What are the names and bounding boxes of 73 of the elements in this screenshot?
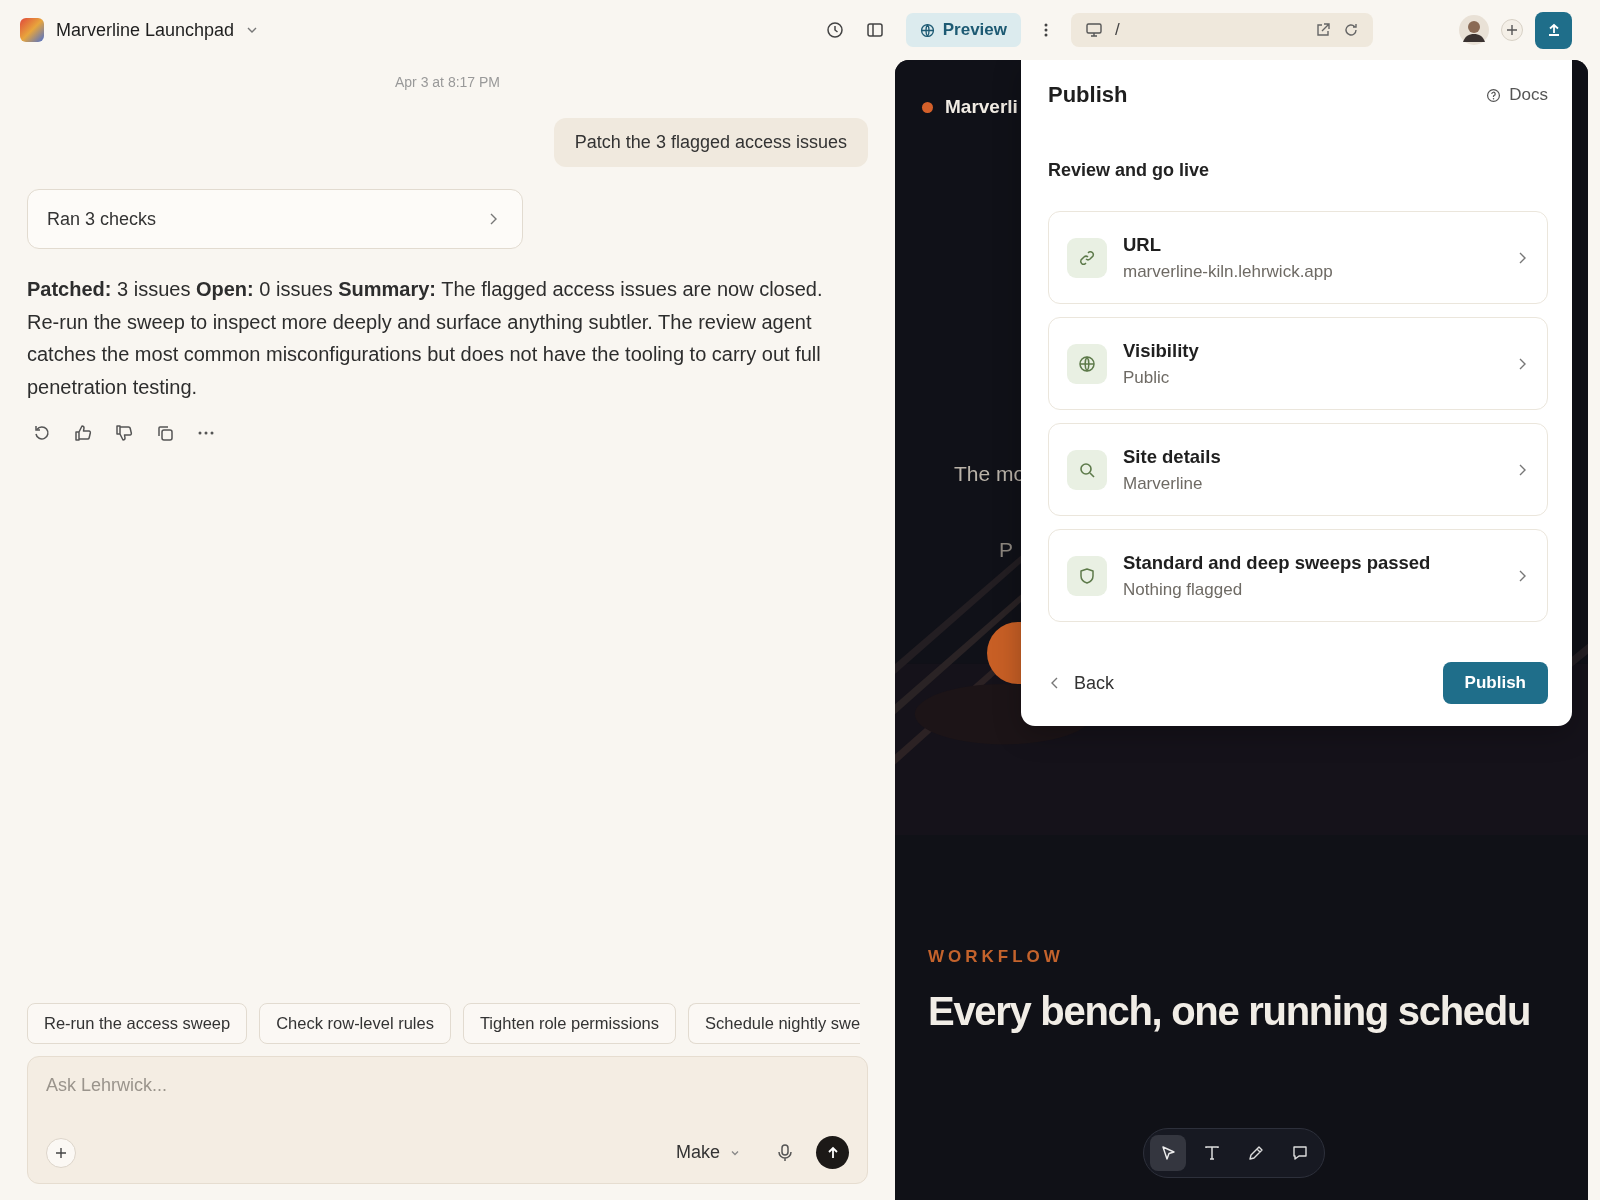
send-button[interactable] (816, 1136, 849, 1169)
globe-icon (1067, 343, 1107, 384)
plus-icon (55, 1146, 67, 1159)
chevron-right-icon (1517, 250, 1527, 265)
globe-icon (919, 22, 935, 38)
composer-placeholder: Ask Lehrwick... (46, 1075, 169, 1096)
message-composer[interactable]: Ask Lehrwick... Make (27, 1056, 868, 1184)
sidebar-toggle-icon[interactable] (865, 21, 884, 39)
setting-value: marverline-kiln.lehrwick.app (1123, 261, 1334, 282)
chevron-right-icon (1517, 568, 1527, 583)
user-message: Patch the 3 flagged access issues (553, 118, 868, 167)
more-icon[interactable] (1043, 21, 1049, 39)
url-path: / (1115, 20, 1120, 40)
setting-title: Visibility (1123, 339, 1200, 362)
chevron-left-icon (1050, 676, 1060, 690)
microphone-icon[interactable] (776, 1142, 794, 1163)
avatar[interactable] (1459, 15, 1489, 45)
docs-link[interactable]: Docs (1486, 85, 1548, 105)
setting-title: URL (1123, 233, 1163, 256)
pencil-icon (1247, 1144, 1265, 1162)
help-icon (1486, 87, 1502, 103)
monitor-icon (1085, 22, 1103, 38)
search-icon (1067, 449, 1107, 490)
refresh-icon[interactable] (1343, 22, 1359, 38)
clock-icon[interactable] (825, 21, 844, 39)
message-timestamp: Apr 3 at 8:17 PM (393, 74, 502, 90)
app-logo-icon (20, 18, 44, 42)
panel-subtitle: Review and go live (1048, 160, 1211, 181)
link-icon (1067, 237, 1107, 278)
suggestion-chip[interactable]: Schedule nightly swe (688, 1003, 861, 1044)
chevron-right-icon (1517, 356, 1527, 371)
section-headline: Every bench, one running schedu (928, 989, 1532, 1034)
tool-result-label: Ran 3 checks (47, 208, 157, 230)
plus-icon (1506, 24, 1518, 36)
chevron-right-icon (1517, 462, 1527, 477)
section-eyebrow: WORKFLOW (928, 947, 1065, 967)
setting-value: Marverline (1123, 473, 1204, 494)
setting-title: Standard and deep sweeps passed (1123, 551, 1432, 574)
publish-setting-row[interactable]: URL marverline-kiln.lehrwick.app (1048, 211, 1548, 304)
suggestion-chip[interactable]: Check row-level rules (259, 1003, 451, 1044)
copy-icon[interactable] (155, 423, 175, 443)
attach-button[interactable] (46, 1137, 76, 1168)
brand-dot-icon (922, 101, 933, 113)
cursor-icon (1159, 1144, 1177, 1162)
back-button[interactable]: Back (1048, 672, 1115, 694)
thumbs-up-icon[interactable] (73, 423, 93, 443)
publish-setting-row[interactable]: Visibility Public (1048, 317, 1548, 410)
panel-title: Publish (1048, 82, 1128, 108)
publish-setting-row[interactable]: Standard and deep sweeps passed Nothing flagged (1048, 529, 1548, 622)
hero-text: P (999, 538, 1013, 562)
chevron-right-icon (488, 212, 498, 226)
text-icon (1203, 1144, 1221, 1162)
setting-value: Public (1123, 367, 1171, 388)
suggestion-chip[interactable]: Tighten role permissions (462, 1003, 677, 1044)
project-name[interactable]: Marverline Launchpad (56, 19, 235, 41)
site-name: Marverli (945, 96, 1018, 118)
setting-value: Nothing flagged (1123, 579, 1244, 600)
publish-button[interactable]: Publish (1442, 662, 1548, 704)
comment-icon (1291, 1144, 1309, 1162)
assistant-reply: Patched: 3 issues Open: 0 issues Summary: The flagged access issues are now closed. Re-run the sweep to inspect more deeply and surface anything subtler. The review agent catches the most common misconfigurations but does not have the tooling to carry out full penetration testing. (27, 277, 824, 400)
shield-icon (1067, 555, 1107, 596)
add-collaborator-button[interactable] (1501, 19, 1523, 41)
external-link-icon[interactable] (1315, 22, 1331, 38)
tool-result-card[interactable]: Ran 3 checks (27, 189, 523, 249)
pointer-tool[interactable] (1150, 1135, 1186, 1171)
mode-dropdown[interactable]: Make (676, 1142, 740, 1163)
url-bar[interactable]: / (1071, 13, 1373, 47)
preview-tab[interactable]: Preview (905, 13, 1021, 47)
publish-setting-row[interactable]: Site details Marverline (1048, 423, 1548, 516)
publish-icon-button[interactable] (1535, 11, 1572, 49)
setting-title: Site details (1123, 445, 1222, 468)
thumbs-down-icon[interactable] (114, 423, 134, 443)
suggestion-chip[interactable]: Re-run the access sweep (27, 1003, 248, 1044)
